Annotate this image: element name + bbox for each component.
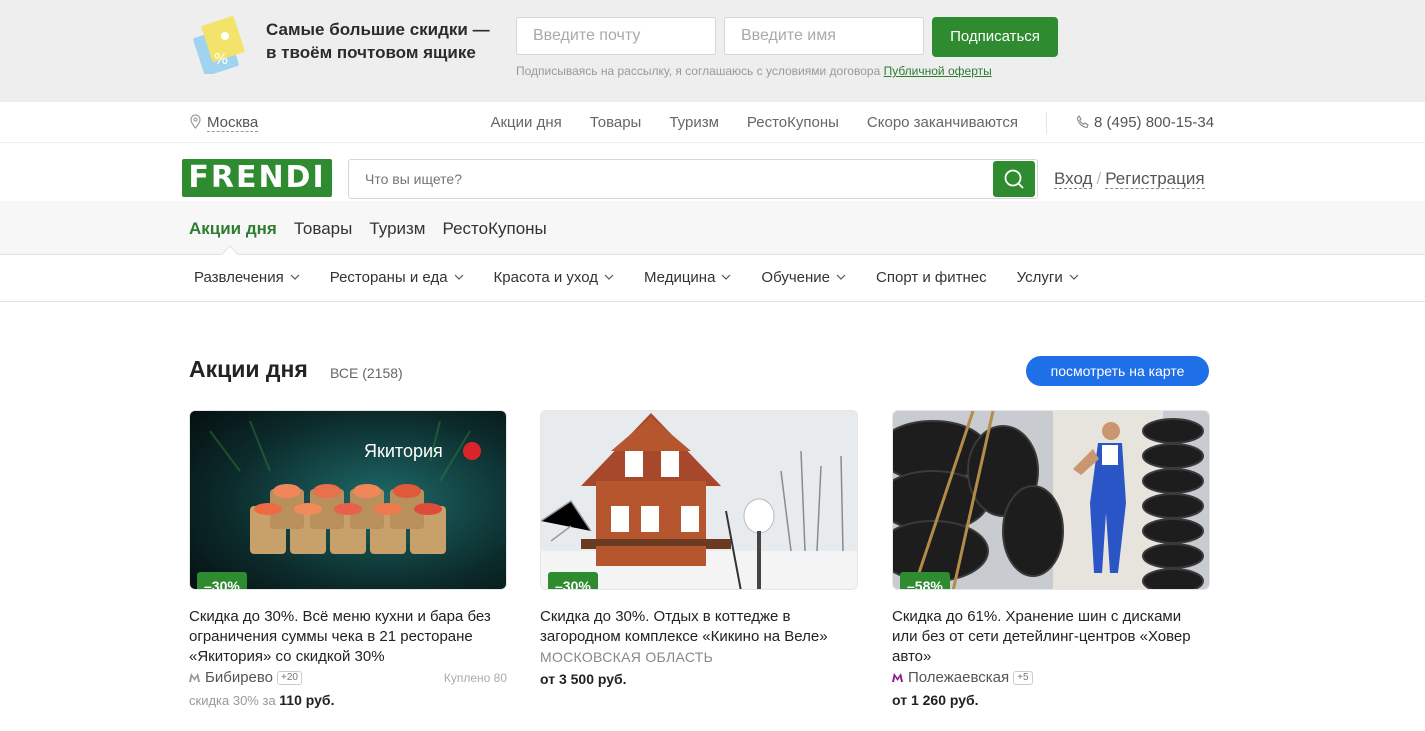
city-selector[interactable]: Москва bbox=[190, 114, 259, 132]
email-field[interactable]: Введите почту bbox=[516, 17, 716, 55]
toplink-goods[interactable]: Товары bbox=[590, 114, 642, 131]
subscribe-note-text: Подписываясь на рассылку, я соглашаюсь с… bbox=[516, 64, 884, 78]
category-label: Красота и уход bbox=[493, 269, 599, 286]
category-label: Медицина bbox=[644, 269, 716, 286]
category-nav: Развлечения Рестораны и еда Красота и ух… bbox=[0, 255, 1425, 302]
tab-deals[interactable]: Акции дня bbox=[189, 219, 277, 239]
category-label: Обучение bbox=[761, 269, 831, 286]
promo-title-line2: в твоём почтовом ящике bbox=[266, 43, 476, 62]
divider bbox=[1046, 112, 1047, 134]
location-pin-icon bbox=[190, 114, 201, 129]
tab-restocoupons[interactable]: РестоКупоны bbox=[443, 219, 547, 239]
frendi-logo[interactable]: FRENDI bbox=[182, 159, 332, 197]
deal-location: Полежаевская +5 bbox=[892, 669, 1210, 686]
category-education[interactable]: Обучение bbox=[761, 269, 846, 286]
tab-tourism[interactable]: Туризм bbox=[369, 219, 425, 239]
more-stations-badge[interactable]: +20 bbox=[277, 670, 302, 685]
top-nav: Москва Акции дня Товары Туризм РестоКупо… bbox=[0, 102, 1425, 143]
promo-title-line1: Самые большие скидки — bbox=[266, 20, 490, 39]
deal-title[interactable]: Скидка до 30%. Всё меню кухни и бара без… bbox=[189, 607, 507, 667]
category-label: Развлечения bbox=[194, 269, 284, 286]
phone-icon bbox=[1076, 115, 1089, 129]
chevron-down-icon bbox=[836, 274, 846, 280]
deal-price: 110 руб. bbox=[279, 692, 335, 708]
main-tabs: Акции дня Товары Туризм РестоКупоны bbox=[0, 201, 1425, 255]
phone-number[interactable]: 8 (495) 800-15-34 bbox=[1076, 114, 1214, 131]
header: FRENDI Вход/Регистрация bbox=[0, 143, 1425, 201]
category-beauty[interactable]: Красота и уход bbox=[494, 269, 614, 286]
phone-text: 8 (495) 800-15-34 bbox=[1094, 114, 1215, 131]
restaurant-brand: Якитория bbox=[364, 441, 443, 461]
auth-separator: / bbox=[1096, 169, 1102, 188]
category-medicine[interactable]: Медицина bbox=[644, 269, 731, 286]
discount-badge: –58% bbox=[900, 572, 950, 589]
svg-text:%: % bbox=[214, 50, 228, 68]
deal-title[interactable]: Скидка до 61%. Хранение шин с дисками ил… bbox=[892, 607, 1210, 667]
search-bar bbox=[348, 159, 1038, 199]
city-name: Москва bbox=[207, 114, 259, 132]
subscribe-note: Подписываясь на рассылку, я соглашаюсь с… bbox=[516, 64, 992, 78]
sushi-image: Якитория bbox=[190, 411, 506, 589]
register-link[interactable]: Регистрация bbox=[1105, 169, 1205, 189]
toplink-deals[interactable]: Акции дня bbox=[490, 114, 561, 131]
section-title: Акции дня bbox=[189, 356, 308, 382]
category-services[interactable]: Услуги bbox=[1017, 269, 1079, 286]
discount-badge: –30% bbox=[197, 572, 247, 589]
more-stations-badge[interactable]: +5 bbox=[1013, 670, 1033, 685]
deal-card[interactable]: –30% Скидка до 30%. Отдых в коттедже в з… bbox=[540, 410, 858, 687]
deal-price: от 3 500 руб. bbox=[540, 671, 627, 687]
tab-goods[interactable]: Товары bbox=[294, 219, 352, 239]
search-icon bbox=[1004, 169, 1024, 189]
category-sport[interactable]: Спорт и фитнес bbox=[876, 269, 987, 286]
category-label: Спорт и фитнес bbox=[876, 269, 987, 286]
top-links: Акции дня Товары Туризм РестоКупоны Скор… bbox=[490, 114, 1018, 131]
deal-price-line: скидка 30% за 110 руб. bbox=[189, 692, 507, 708]
metro-station: Полежаевская bbox=[908, 669, 1010, 686]
search-input[interactable] bbox=[349, 160, 989, 198]
bought-count: Куплено 80 bbox=[443, 670, 507, 685]
chevron-down-icon bbox=[290, 274, 300, 280]
public-offer-link[interactable]: Публичной оферты bbox=[884, 64, 992, 78]
chevron-down-icon bbox=[721, 274, 731, 280]
deal-image[interactable]: Якитория –30% bbox=[189, 410, 507, 590]
discount-badge: –30% bbox=[548, 572, 598, 589]
subscribe-banner: % Самые большие скидки — в твоём почтово… bbox=[0, 0, 1425, 102]
toplink-ending-soon[interactable]: Скоро заканчиваются bbox=[867, 114, 1018, 131]
metro-icon bbox=[892, 673, 903, 682]
tires-image bbox=[893, 411, 1209, 589]
metro-icon bbox=[189, 673, 200, 682]
toplink-tourism[interactable]: Туризм bbox=[669, 114, 719, 131]
price-prefix: скидка 30% за bbox=[189, 693, 276, 708]
metro-station: Бибирево bbox=[205, 669, 274, 686]
map-button[interactable]: посмотреть на карте bbox=[1026, 356, 1209, 386]
deal-card[interactable]: Якитория –30% Скидка до 30%. Всё меню ку… bbox=[189, 410, 507, 708]
cottage-image bbox=[541, 411, 857, 589]
auth-links: Вход / Регистрация bbox=[1054, 169, 1205, 189]
subscribe-button[interactable]: Подписаться bbox=[932, 17, 1058, 57]
deal-title[interactable]: Скидка до 30%. Отдых в коттедже в загоро… bbox=[540, 607, 858, 647]
deal-image[interactable]: –30% bbox=[540, 410, 858, 590]
toplink-restocoupons[interactable]: РестоКупоны bbox=[747, 114, 839, 131]
chevron-down-icon bbox=[604, 274, 614, 280]
category-entertainment[interactable]: Развлечения bbox=[194, 269, 300, 286]
all-deals-link[interactable]: ВСЕ (2158) bbox=[330, 365, 403, 381]
chevron-down-icon bbox=[1069, 274, 1079, 280]
search-button[interactable] bbox=[993, 161, 1035, 197]
category-label: Услуги bbox=[1016, 269, 1063, 286]
login-link[interactable]: Вход bbox=[1054, 169, 1093, 189]
deal-price: от 1 260 руб. bbox=[892, 692, 979, 708]
name-field[interactable]: Введите имя bbox=[724, 17, 924, 55]
deal-region: МОСКОВСКАЯ ОБЛАСТЬ bbox=[540, 649, 714, 665]
deal-location: Бибирево +20 Куплено 80 bbox=[189, 669, 507, 686]
coupon-icon: % bbox=[193, 16, 245, 74]
chevron-down-icon bbox=[454, 274, 463, 280]
promo-title: Самые большие скидки — в твоём почтовом … bbox=[266, 18, 490, 64]
deal-image[interactable]: –58% bbox=[892, 410, 1210, 590]
deal-card[interactable]: –58% Скидка до 61%. Хранение шин с диска… bbox=[892, 410, 1210, 708]
category-label: Рестораны и еда bbox=[329, 269, 448, 286]
category-restaurants[interactable]: Рестораны и еда bbox=[330, 269, 464, 286]
